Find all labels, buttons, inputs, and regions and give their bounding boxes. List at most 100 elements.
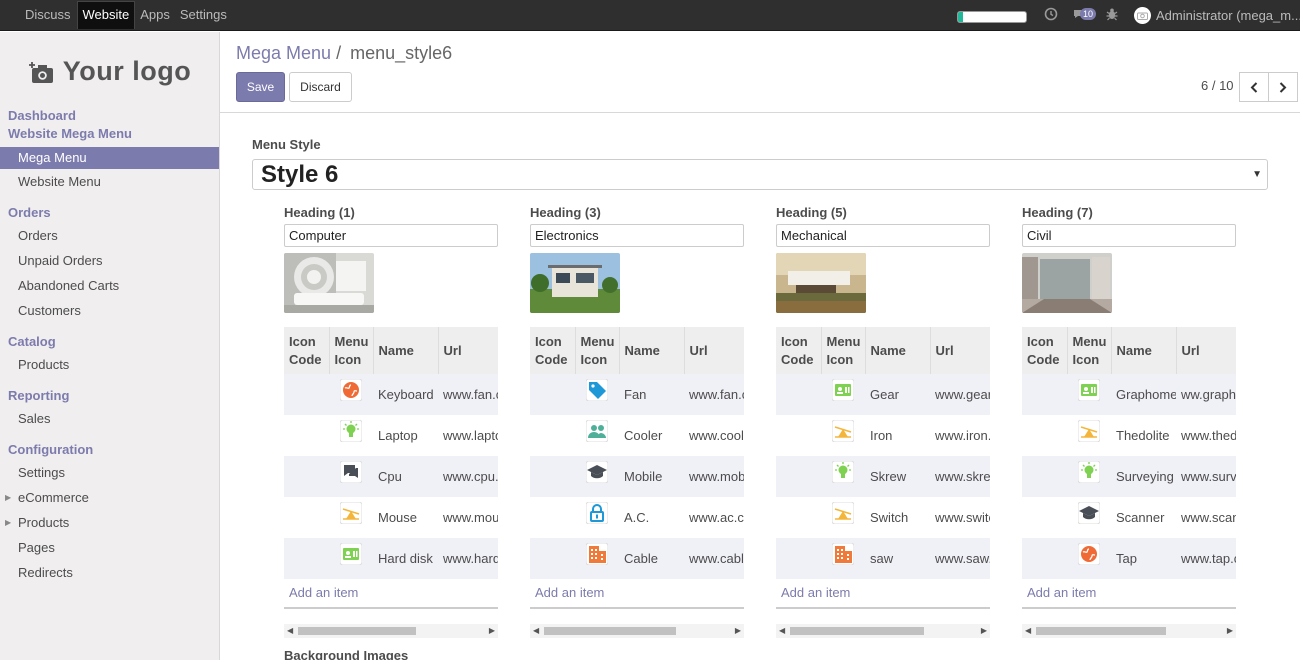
- table-row[interactable]: Laptop www.laptop.com: [284, 415, 498, 456]
- url-cell[interactable]: www.saw.com: [930, 538, 990, 579]
- sidebar-section-configuration[interactable]: Configuration: [8, 442, 93, 457]
- menu-icon-cell[interactable]: [575, 415, 619, 456]
- menu-style-select[interactable]: Style 6 ▼: [252, 159, 1268, 190]
- icon-code-header[interactable]: Icon Code: [776, 327, 822, 374]
- menu-icon-cell[interactable]: [329, 538, 373, 579]
- table-row[interactable]: Keyboard www.fan.com: [284, 374, 498, 415]
- name-header[interactable]: Name: [619, 327, 685, 374]
- icon-code-cell[interactable]: [776, 538, 821, 579]
- menu-icon-cell[interactable]: [329, 415, 373, 456]
- scroll-left-icon[interactable]: ◀: [287, 626, 293, 635]
- menu-icon-cell[interactable]: [1067, 456, 1111, 497]
- menu-icon-cell[interactable]: [575, 374, 619, 415]
- url-header[interactable]: Url: [684, 327, 744, 374]
- sidebar-item-redirects[interactable]: Redirects: [0, 562, 219, 584]
- table-row[interactable]: Tap www.tap.com: [1022, 538, 1236, 579]
- icon-code-header[interactable]: Icon Code: [530, 327, 576, 374]
- url-header[interactable]: Url: [930, 327, 990, 374]
- name-header[interactable]: Name: [865, 327, 931, 374]
- icon-code-cell[interactable]: [284, 415, 329, 456]
- name-cell[interactable]: Mobile: [619, 456, 684, 497]
- table-row[interactable]: Mouse www.mouse.com: [284, 497, 498, 538]
- url-cell[interactable]: www.surveying.com: [1176, 456, 1236, 497]
- icon-code-cell[interactable]: [284, 497, 329, 538]
- menu-icon-header[interactable]: Menu Icon: [821, 327, 866, 374]
- icon-code-cell[interactable]: [1022, 415, 1067, 456]
- name-cell[interactable]: Keyboard: [373, 374, 438, 415]
- menu-icon-cell[interactable]: [1067, 497, 1111, 538]
- scroll-right-icon[interactable]: ▶: [735, 626, 741, 635]
- icon-code-cell[interactable]: [284, 538, 329, 579]
- icon-code-cell[interactable]: [776, 456, 821, 497]
- name-cell[interactable]: Mouse: [373, 497, 438, 538]
- pager-value[interactable]: 6 / 10: [1201, 78, 1234, 93]
- menu-icon-cell[interactable]: [821, 374, 865, 415]
- scroll-left-icon[interactable]: ◀: [533, 626, 539, 635]
- menu-apps[interactable]: Apps: [135, 0, 175, 29]
- url-cell[interactable]: www.mobile.com: [684, 456, 744, 497]
- sidebar-item-settings[interactable]: Settings: [0, 462, 219, 484]
- sidebar-item-orders[interactable]: Orders: [0, 225, 219, 247]
- horizontal-scrollbar[interactable]: ◀ ▶: [1022, 624, 1236, 638]
- name-cell[interactable]: Tap: [1111, 538, 1176, 579]
- table-row[interactable]: Cpu www.cpu.com: [284, 456, 498, 497]
- table-row[interactable]: Surveying www.surveying.com: [1022, 456, 1236, 497]
- scrollbar-thumb[interactable]: [298, 627, 416, 635]
- add-item-link[interactable]: Add an item: [530, 579, 744, 607]
- menu-icon-header[interactable]: Menu Icon: [575, 327, 620, 374]
- url-cell[interactable]: www.iron.com: [930, 415, 990, 456]
- sidebar-item-config-products[interactable]: ▶ Products: [0, 512, 219, 534]
- table-row[interactable]: Cable www.cable.com: [530, 538, 744, 579]
- icon-code-cell[interactable]: [1022, 538, 1067, 579]
- pager-previous-button[interactable]: [1239, 72, 1269, 102]
- add-item-link[interactable]: Add an item: [284, 579, 498, 607]
- heading-image[interactable]: [284, 253, 374, 313]
- menu-icon-cell[interactable]: [821, 415, 865, 456]
- save-button[interactable]: Save: [236, 72, 285, 102]
- sidebar-section-website-mega-menu[interactable]: Website Mega Menu: [8, 126, 132, 141]
- debug-bug-icon[interactable]: [1105, 7, 1119, 24]
- sidebar-item-mega-menu[interactable]: Mega Menu: [0, 147, 219, 169]
- sidebar-item-abandoned-carts[interactable]: Abandoned Carts: [0, 275, 219, 297]
- add-item-link[interactable]: Add an item: [776, 579, 990, 607]
- heading-input[interactable]: Mechanical: [776, 224, 990, 247]
- scrollbar-thumb[interactable]: [544, 627, 676, 635]
- url-cell[interactable]: ww.graphometer.com: [1176, 374, 1236, 415]
- menu-icon-cell[interactable]: [329, 374, 373, 415]
- name-cell[interactable]: Switch: [865, 497, 930, 538]
- url-cell[interactable]: www.cooler.com: [684, 415, 744, 456]
- horizontal-scrollbar[interactable]: ◀ ▶: [776, 624, 990, 638]
- table-row[interactable]: Thedolite www.thedolite.com: [1022, 415, 1236, 456]
- horizontal-scrollbar[interactable]: ◀ ▶: [530, 624, 744, 638]
- icon-code-header[interactable]: Icon Code: [1022, 327, 1068, 374]
- table-row[interactable]: A.C. www.ac.com: [530, 497, 744, 538]
- sidebar-item-unpaid-orders[interactable]: Unpaid Orders: [0, 250, 219, 272]
- icon-code-cell[interactable]: [530, 415, 575, 456]
- name-cell[interactable]: Iron: [865, 415, 930, 456]
- menu-icon-cell[interactable]: [1067, 374, 1111, 415]
- url-header[interactable]: Url: [438, 327, 498, 374]
- name-cell[interactable]: saw: [865, 538, 930, 579]
- name-cell[interactable]: Gear: [865, 374, 930, 415]
- heading-input[interactable]: Computer: [284, 224, 498, 247]
- url-cell[interactable]: www.fan.com: [684, 374, 744, 415]
- icon-code-cell[interactable]: [1022, 497, 1067, 538]
- menu-icon-cell[interactable]: [821, 456, 865, 497]
- name-cell[interactable]: Surveying: [1111, 456, 1176, 497]
- menu-discuss[interactable]: Discuss: [20, 0, 76, 29]
- table-row[interactable]: Hard disk www.harddisk.com: [284, 538, 498, 579]
- table-row[interactable]: Skrew www.skrew.com: [776, 456, 990, 497]
- scroll-right-icon[interactable]: ▶: [489, 626, 495, 635]
- icon-code-cell[interactable]: [776, 374, 821, 415]
- url-cell[interactable]: www.cpu.com: [438, 456, 498, 497]
- menu-icon-cell[interactable]: [1067, 538, 1111, 579]
- name-cell[interactable]: Cpu: [373, 456, 438, 497]
- icon-code-cell[interactable]: [284, 456, 329, 497]
- add-item-link[interactable]: Add an item: [1022, 579, 1236, 607]
- menu-icon-cell[interactable]: [575, 497, 619, 538]
- scrollbar-thumb[interactable]: [1036, 627, 1166, 635]
- menu-icon-cell[interactable]: [821, 538, 865, 579]
- heading-input[interactable]: Electronics: [530, 224, 744, 247]
- pager-next-button[interactable]: [1268, 72, 1298, 102]
- url-cell[interactable]: www.fan.com: [438, 374, 498, 415]
